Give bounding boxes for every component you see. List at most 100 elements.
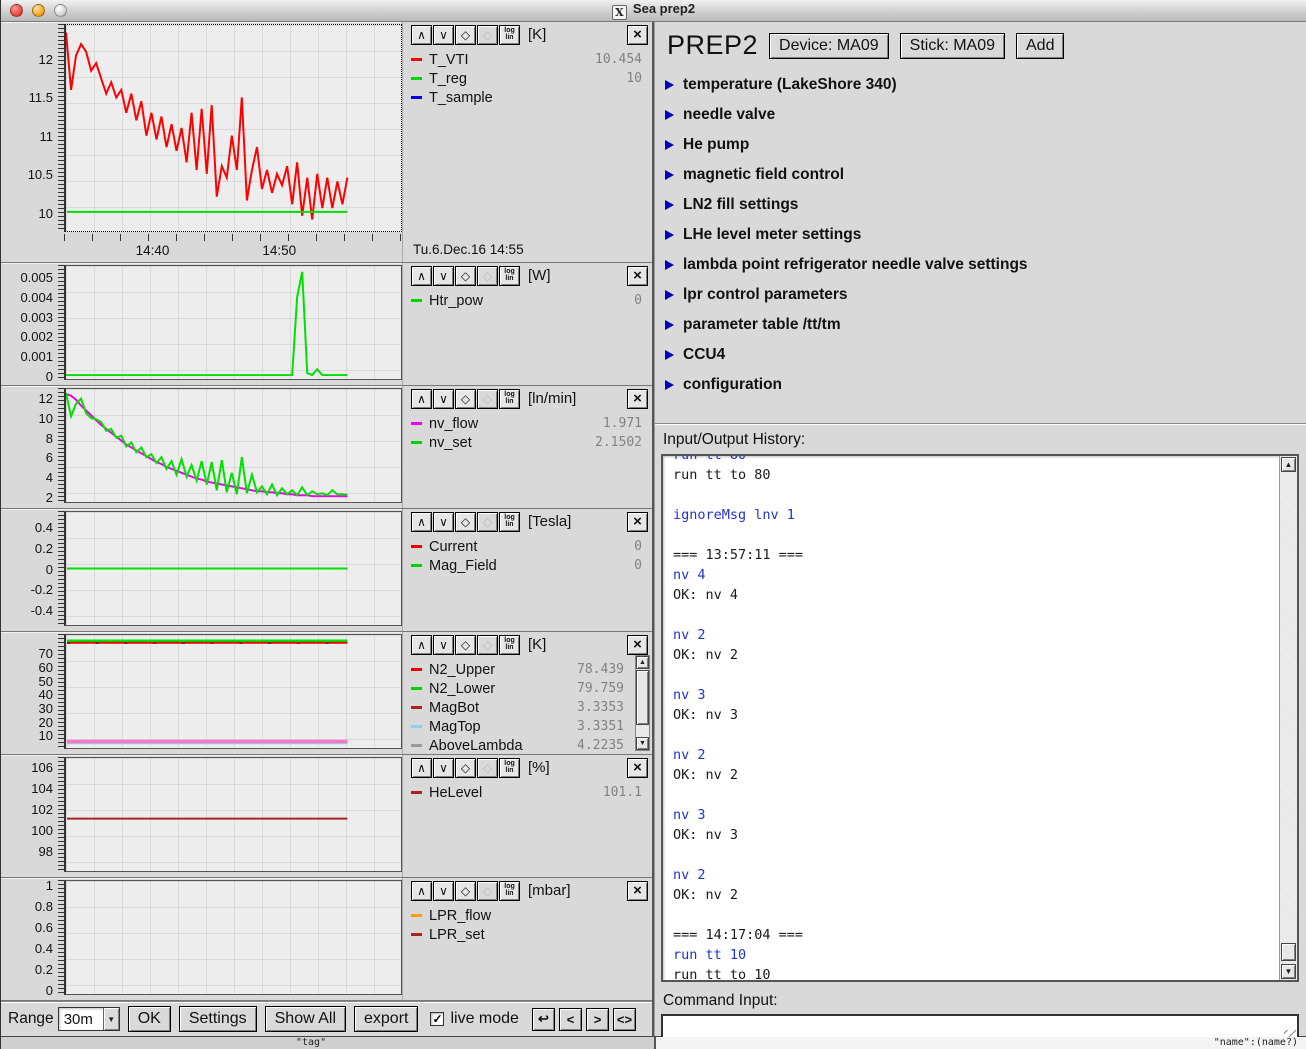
scroll-up-icon[interactable]: ▲	[1281, 457, 1296, 472]
pan-up-button[interactable]: ∧	[411, 635, 432, 655]
tree-item-configuration[interactable]: configuration	[655, 370, 1306, 400]
pan-up-button[interactable]: ∧	[411, 758, 432, 778]
legend-T_sample[interactable]: T_sample	[411, 88, 650, 107]
tree-item-needle-valve[interactable]: needle valve	[655, 100, 1306, 130]
legend-N2_Lower[interactable]: N2_Lower79.759	[411, 679, 632, 698]
show-all-button[interactable]: Show All	[265, 1006, 346, 1032]
zoom-out-button[interactable]: ◇	[455, 266, 476, 286]
close-graph-button[interactable]: ×	[627, 512, 648, 532]
tree-item-ccu4[interactable]: CCU4	[655, 340, 1306, 370]
zoom-out-button[interactable]: ◇	[455, 635, 476, 655]
log-lin-toggle[interactable]: loglin	[499, 635, 520, 655]
range-select[interactable]: 30m ▼	[58, 1007, 120, 1031]
pan-down-button[interactable]: ∨	[433, 758, 454, 778]
plot-canvas-6[interactable]	[64, 757, 402, 872]
expand-triangle-icon[interactable]	[665, 260, 674, 270]
device-button[interactable]: Device: MA09	[769, 33, 889, 59]
pan-up-button[interactable]: ∧	[411, 25, 432, 45]
tree-item-lhe-level-meter-settings[interactable]: LHe level meter settings	[655, 220, 1306, 250]
io-history-box[interactable]: run tt 80run tt to 80 ignoreMsg lnv 1 ==…	[661, 454, 1299, 982]
add-button[interactable]: Add	[1016, 33, 1064, 59]
pan-down-button[interactable]: ∨	[433, 25, 454, 45]
tree-item-parameter-table-tt-tm[interactable]: parameter table /tt/tm	[655, 310, 1306, 340]
stick-button[interactable]: Stick: MA09	[900, 33, 1005, 59]
legend-scrollbar[interactable]: ▲▼	[635, 655, 650, 751]
close-graph-button[interactable]: ×	[627, 389, 648, 409]
tree-item-lpr-control-parameters[interactable]: lpr control parameters	[655, 280, 1306, 310]
zoom-out-button[interactable]: ◇	[455, 389, 476, 409]
legend-N2_Upper[interactable]: N2_Upper78.439	[411, 660, 632, 679]
log-lin-toggle[interactable]: loglin	[499, 389, 520, 409]
plot-canvas-5[interactable]	[64, 634, 402, 749]
legend-nv_flow[interactable]: nv_flow1.971	[411, 414, 650, 433]
legend-Current[interactable]: Current0	[411, 537, 650, 556]
pan-up-button[interactable]: ∧	[411, 512, 432, 532]
expand-triangle-icon[interactable]	[665, 170, 674, 180]
expand-range-button[interactable]: <>	[613, 1008, 636, 1031]
log-lin-toggle[interactable]: loglin	[499, 512, 520, 532]
ok-button[interactable]: OK	[128, 1006, 171, 1032]
zoom-out-button[interactable]: ◇	[455, 881, 476, 901]
plot-canvas-1[interactable]	[64, 24, 402, 232]
page-back-button[interactable]: <	[559, 1008, 582, 1031]
expand-triangle-icon[interactable]	[665, 350, 674, 360]
pan-down-button[interactable]: ∨	[433, 635, 454, 655]
legend-AboveLambda[interactable]: AboveLambda4.2235	[411, 736, 632, 755]
plot-canvas-7[interactable]	[64, 880, 402, 995]
expand-triangle-icon[interactable]	[665, 140, 674, 150]
legend-LPR_set[interactable]: LPR_set	[411, 925, 650, 944]
log-lin-toggle[interactable]: loglin	[499, 758, 520, 778]
legend-nv_set[interactable]: nv_set2.1502	[411, 433, 650, 452]
legend-LPR_flow[interactable]: LPR_flow	[411, 906, 650, 925]
expand-triangle-icon[interactable]	[665, 290, 674, 300]
zoom-out-button[interactable]: ◇	[455, 512, 476, 532]
expand-triangle-icon[interactable]	[665, 200, 674, 210]
pan-down-button[interactable]: ∨	[433, 389, 454, 409]
legend-MagBot[interactable]: MagBot3.3353	[411, 698, 632, 717]
titlebar[interactable]: XSea prep2	[1, 0, 1306, 22]
expand-triangle-icon[interactable]	[665, 80, 674, 90]
scrollbar-thumb[interactable]	[1281, 943, 1296, 961]
legend-MagTop[interactable]: MagTop3.3351	[411, 717, 632, 736]
expand-triangle-icon[interactable]	[665, 380, 674, 390]
pan-up-button[interactable]: ∧	[411, 881, 432, 901]
plot-canvas-3[interactable]	[64, 388, 402, 503]
scroll-down-icon[interactable]: ▼	[636, 737, 649, 750]
legend-T_VTI[interactable]: T_VTI10.454	[411, 50, 650, 69]
pan-up-button[interactable]: ∧	[411, 389, 432, 409]
scroll-up-icon[interactable]: ▲	[636, 656, 649, 669]
pan-down-button[interactable]: ∨	[433, 881, 454, 901]
zoom-out-button[interactable]: ◇	[455, 758, 476, 778]
pan-down-button[interactable]: ∨	[433, 512, 454, 532]
export-button[interactable]: export	[354, 1006, 418, 1032]
page-forward-button[interactable]: >	[586, 1008, 609, 1031]
close-graph-button[interactable]: ×	[627, 635, 648, 655]
settings-button[interactable]: Settings	[179, 1006, 257, 1032]
close-graph-button[interactable]: ×	[627, 25, 648, 45]
tree-item-lambda-point-refrigerator-needle-valve-settings[interactable]: lambda point refrigerator needle valve s…	[655, 250, 1306, 280]
log-lin-toggle[interactable]: loglin	[499, 266, 520, 286]
log-lin-toggle[interactable]: loglin	[499, 25, 520, 45]
scrollbar-thumb[interactable]	[636, 670, 649, 725]
close-graph-button[interactable]: ×	[627, 881, 648, 901]
pan-up-button[interactable]: ∧	[411, 266, 432, 286]
legend-Htr_pow[interactable]: Htr_pow0	[411, 291, 650, 310]
io-history-scrollbar[interactable]: ▲ ▼	[1279, 456, 1297, 980]
tree-item-magnetic-field-control[interactable]: magnetic field control	[655, 160, 1306, 190]
jump-latest-button[interactable]: ↩	[532, 1008, 555, 1031]
close-graph-button[interactable]: ×	[627, 266, 648, 286]
legend-T_reg[interactable]: T_reg10	[411, 69, 650, 88]
tree-item-temperature-lakeshore-340[interactable]: temperature (LakeShore 340)	[655, 70, 1306, 100]
legend-Mag_Field[interactable]: Mag_Field0	[411, 556, 650, 575]
expand-triangle-icon[interactable]	[665, 110, 674, 120]
plot-canvas-4[interactable]	[64, 511, 402, 626]
log-lin-toggle[interactable]: loglin	[499, 881, 520, 901]
pan-down-button[interactable]: ∨	[433, 266, 454, 286]
tree-item-ln2-fill-settings[interactable]: LN2 fill settings	[655, 190, 1306, 220]
legend-HeLevel[interactable]: HeLevel101.1	[411, 783, 650, 802]
scroll-down-icon[interactable]: ▼	[1281, 964, 1296, 979]
tree-item-he-pump[interactable]: He pump	[655, 130, 1306, 160]
live-mode-checkbox[interactable]: ✓	[430, 1012, 444, 1026]
expand-triangle-icon[interactable]	[665, 320, 674, 330]
zoom-out-button[interactable]: ◇	[455, 25, 476, 45]
